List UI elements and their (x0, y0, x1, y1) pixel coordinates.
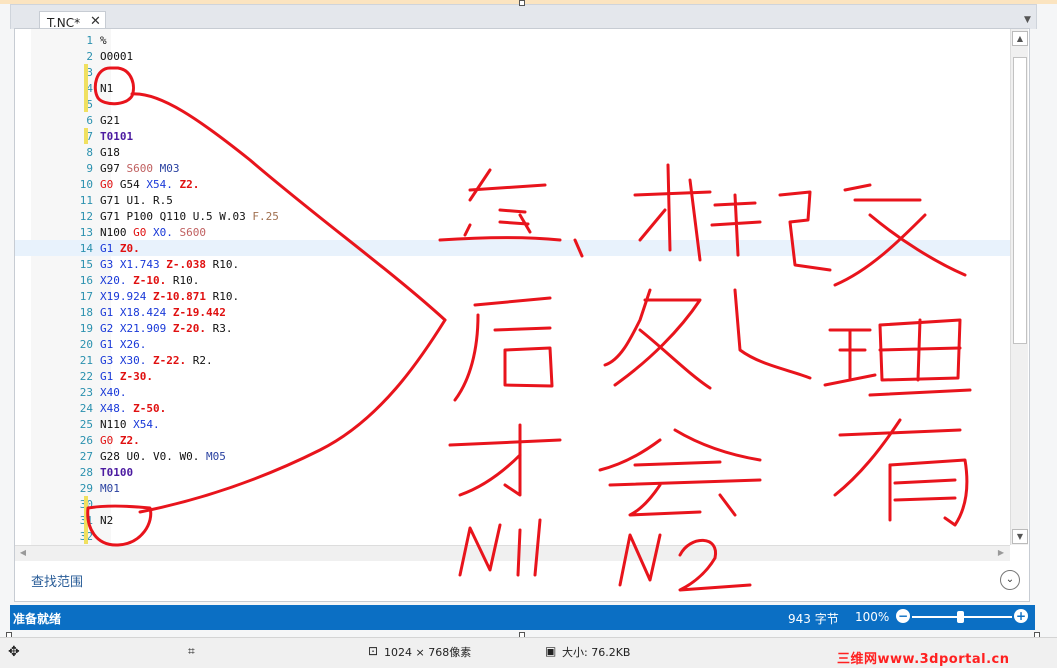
ink-char-zen (438, 168, 562, 242)
ink-char-hui (598, 428, 762, 517)
ink-comma (573, 238, 584, 258)
ink-char-hou (453, 296, 554, 402)
ink-char-you (833, 418, 969, 527)
ink-circle-n1 (93, 66, 135, 106)
ink-char-yang (633, 163, 762, 262)
ink-bracket-top (130, 92, 447, 322)
ink-char-li (823, 318, 972, 397)
ink-text-n2 (618, 533, 752, 592)
ink-text-n1 (458, 518, 542, 577)
ink-bracket-bottom (138, 318, 447, 514)
ink-char-gai (778, 183, 967, 287)
ink-char-chu (603, 288, 812, 390)
handwritten-annotation (86, 66, 972, 592)
ink-char-cai (448, 423, 562, 497)
